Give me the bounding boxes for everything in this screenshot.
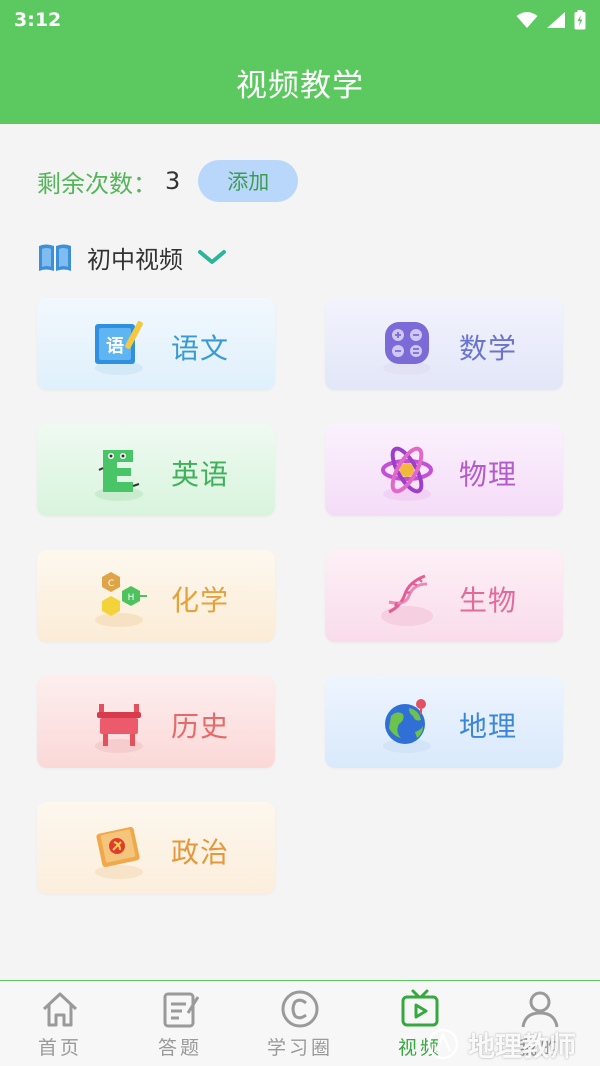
subject-card-biology[interactable]: 生物: [325, 550, 563, 642]
subject-card-chemistry[interactable]: C H 化学: [37, 550, 275, 642]
add-button[interactable]: 添加: [198, 160, 299, 202]
watermark-text: 地理教师: [468, 1031, 576, 1063]
tab-study-circle[interactable]: 学习圈: [240, 981, 360, 1066]
tab-label: 答题: [157, 1037, 202, 1059]
status-time: 3:12: [14, 9, 62, 31]
level-label: 初中视频: [87, 245, 183, 274]
tab-label: 学习圈: [266, 1037, 333, 1059]
svg-text:C: C: [108, 579, 114, 589]
status-icons: [516, 10, 586, 30]
subject-card-history[interactable]: 历史: [37, 676, 275, 768]
dna-icon: [381, 574, 433, 626]
subject-card-physics[interactable]: 物理: [325, 424, 563, 516]
subject-label: 英语: [171, 458, 230, 491]
subject-card-english[interactable]: 英语: [37, 424, 275, 516]
copyright-circle-icon: [281, 990, 319, 1028]
remaining-label: 剩余次数：: [37, 169, 157, 198]
subject-card-math[interactable]: 数学: [325, 298, 563, 390]
svg-text:H: H: [128, 593, 135, 603]
status-bar: 3:12: [0, 0, 600, 40]
subject-label: 政治: [171, 836, 230, 869]
subject-label: 数学: [459, 332, 518, 365]
english-letter-icon: [95, 450, 143, 501]
calculator-icon: [383, 322, 431, 375]
chinese-book-icon: 语: [95, 321, 143, 375]
subject-label: 生物: [459, 584, 518, 617]
atom-icon: [381, 446, 433, 501]
page-title: 视频教学: [236, 67, 364, 104]
tab-label: 首页: [37, 1037, 82, 1059]
home-icon: [42, 992, 78, 1027]
app-bar: 视频教学: [0, 40, 600, 124]
remaining-row: 剩余次数： 3 添加: [37, 160, 299, 202]
svg-text:语: 语: [106, 336, 124, 357]
level-selector[interactable]: 初中视频: [37, 236, 227, 278]
subject-card-politics[interactable]: 政治: [37, 802, 275, 894]
watermark: 地理教师: [426, 1022, 576, 1066]
subject-label: 物理: [459, 458, 518, 491]
wifi-icon: [516, 12, 538, 28]
subject-label: 历史: [171, 710, 230, 743]
bronze-vessel-icon: [95, 704, 143, 753]
party-book-icon: [95, 826, 143, 879]
subject-card-chinese[interactable]: 语 语文: [37, 298, 275, 390]
tab-quiz[interactable]: 答题: [120, 981, 240, 1066]
signal-icon: [547, 12, 565, 28]
subject-label: 化学: [171, 584, 230, 617]
subject-label: 语文: [171, 332, 230, 365]
subject-label: 地理: [459, 710, 518, 743]
open-book-icon: [39, 244, 71, 271]
quiz-icon: [163, 992, 200, 1028]
globe-icon: [383, 699, 431, 753]
molecule-icon: C H: [95, 572, 147, 627]
battery-icon: [574, 10, 586, 30]
chevron-down-icon: [198, 250, 226, 264]
tab-home[interactable]: 首页: [0, 981, 120, 1066]
remaining-count: 3: [165, 167, 181, 195]
watermark-logo-icon: [427, 1028, 459, 1060]
subject-card-geography[interactable]: 地理: [325, 676, 563, 768]
